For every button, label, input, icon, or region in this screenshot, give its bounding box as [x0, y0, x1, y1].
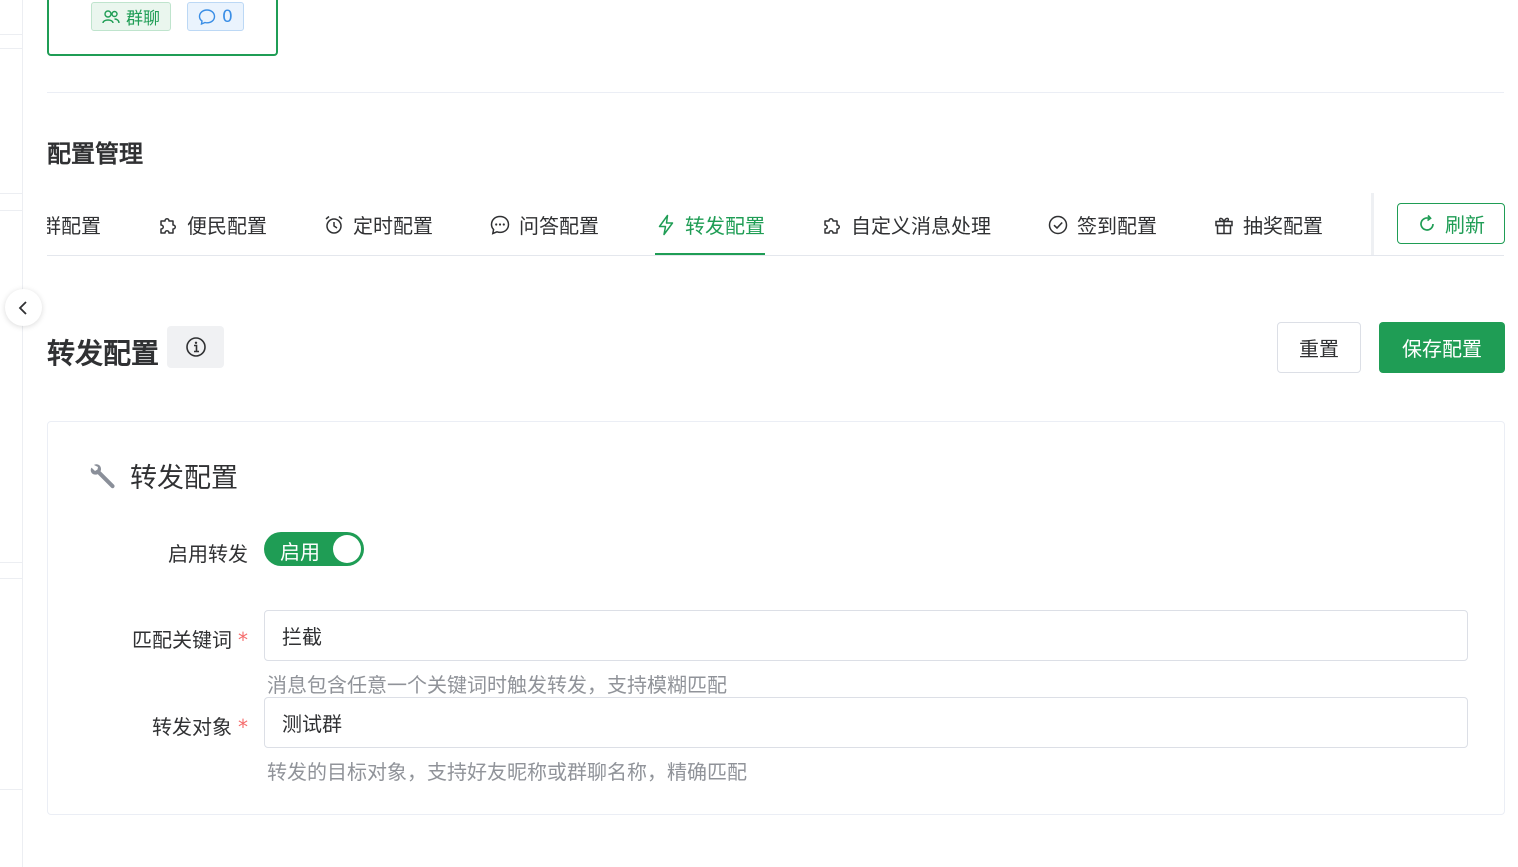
tab-label: 群配置: [47, 214, 101, 238]
tab-label: 自定义消息处理: [851, 214, 991, 238]
info-button[interactable]: [167, 326, 224, 368]
group-card[interactable]: 群聊 0: [47, 0, 278, 56]
card-heading-text: 转发配置: [130, 463, 238, 494]
sidebar-divider: [0, 34, 22, 35]
chat-dots-icon: [489, 214, 511, 236]
page-title: 转发配置: [47, 337, 160, 370]
tabs-scroll-separator: [1371, 193, 1374, 255]
check-circle-icon: [1047, 214, 1069, 236]
tab-1[interactable]: 便民配置: [157, 193, 267, 255]
sidebar-collapse-button[interactable]: [5, 289, 42, 326]
sidebar-divider: [0, 562, 22, 563]
tab-4[interactable]: 转发配置: [655, 193, 765, 255]
tab-label: 签到配置: [1077, 214, 1157, 238]
wrench-icon: [90, 463, 115, 488]
forward-config-card: 转发配置 启用转发 启用 匹配关键词* 消息包含任意一个关键词时触发转发，支持模…: [47, 421, 1505, 815]
group-icon: [102, 9, 120, 23]
keyword-hint: 消息包含任意一个关键词时触发转发，支持模糊匹配: [267, 673, 727, 697]
refresh-button[interactable]: 刷新: [1397, 203, 1505, 244]
enable-forward-label: 启用转发: [48, 538, 248, 567]
message-count: 0: [222, 6, 233, 27]
tab-label: 转发配置: [685, 214, 765, 238]
tab-5[interactable]: 自定义消息处理: [821, 193, 991, 255]
chat-bubble-icon: [198, 8, 216, 25]
puzzle-icon: [157, 214, 179, 236]
left-sidebar-strip: [0, 0, 23, 867]
target-label-text: 转发对象: [152, 715, 232, 739]
target-input[interactable]: [264, 697, 1468, 748]
enable-forward-label-text: 启用转发: [168, 542, 248, 566]
enable-forward-switch[interactable]: 启用: [264, 532, 364, 566]
switch-knob: [333, 535, 361, 563]
sidebar-divider: [0, 193, 22, 194]
tab-0[interactable]: 群配置: [47, 193, 101, 255]
keyword-label: 匹配关键词 *: [48, 624, 248, 653]
required-mark: *: [238, 628, 248, 652]
sidebar-divider: [0, 210, 22, 211]
save-config-button[interactable]: 保存配置: [1379, 322, 1505, 373]
tab-label: 问答配置: [519, 214, 599, 238]
card-heading: 转发配置: [88, 456, 238, 495]
group-tag-label: 群聊: [126, 9, 160, 29]
keyword-label-text: 匹配关键词: [132, 628, 232, 652]
info-icon: [185, 337, 206, 357]
sidebar-divider: [0, 48, 22, 49]
required-mark: *: [238, 715, 248, 739]
tab-2[interactable]: 定时配置: [323, 193, 433, 255]
target-hint: 转发的目标对象，支持好友昵称或群聊名称，精确匹配: [267, 760, 747, 784]
group-tag: 群聊: [91, 2, 171, 31]
reset-button[interactable]: 重置: [1277, 322, 1361, 373]
tab-label: 定时配置: [353, 214, 433, 238]
sidebar-divider: [0, 789, 22, 790]
tab-label: 抽奖配置: [1243, 214, 1323, 238]
switch-text: 启用: [280, 540, 320, 564]
refresh-icon: [1420, 214, 1434, 231]
lightning-icon: [655, 214, 677, 236]
tabs-underline: [1372, 255, 1504, 256]
keyword-input[interactable]: [264, 610, 1468, 661]
tab-3[interactable]: 问答配置: [489, 193, 599, 255]
tab-6[interactable]: 签到配置: [1047, 193, 1157, 255]
puzzle-icon: [821, 214, 843, 236]
section-title: 配置管理: [47, 140, 143, 168]
alarm-clock-icon: [323, 214, 345, 236]
tab-label: 便民配置: [187, 214, 267, 238]
gift-icon: [1213, 214, 1235, 236]
section-divider: [47, 92, 1504, 93]
config-tabs: 群配置 便民配置 定时配置 问答配置 转发配置 自定义消息处理 签到配置 抽奖配置: [47, 193, 1372, 256]
message-count-tag: 0: [187, 2, 244, 31]
refresh-label: 刷新: [1445, 213, 1485, 237]
chevron-left-icon: [18, 300, 27, 315]
tab-7[interactable]: 抽奖配置: [1213, 193, 1323, 255]
target-label: 转发对象 *: [48, 711, 248, 740]
sidebar-divider: [0, 578, 22, 579]
